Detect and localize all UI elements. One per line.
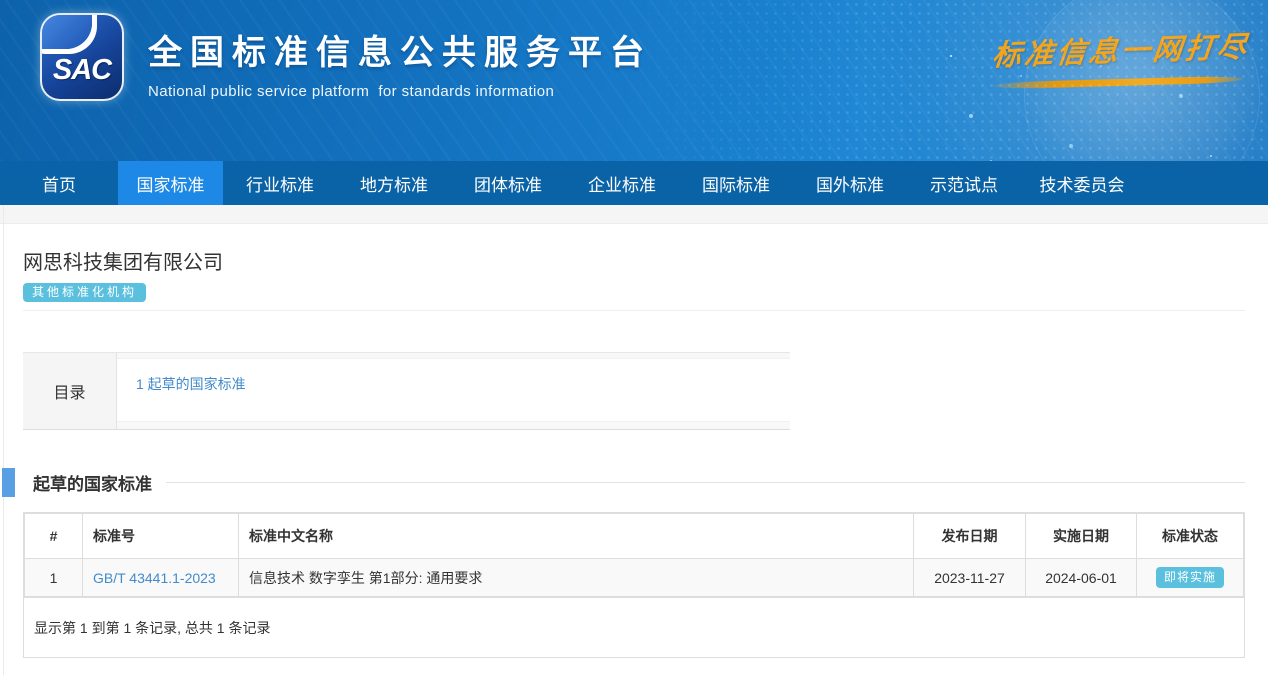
nav-item-national-standards[interactable]: 国家标准 [118, 161, 223, 205]
nav-item-group-standards[interactable]: 团体标准 [451, 161, 565, 205]
nav-item-industry-standards[interactable]: 行业标准 [223, 161, 337, 205]
sparkle-dots [950, 55, 952, 57]
slogan-brush-stroke [993, 76, 1243, 90]
site-title-block: 全国标准信息公共服务平台 National public service pla… [148, 25, 652, 100]
table-row: 1 GB/T 43441.1-2023 信息技术 数字孪生 第1部分: 通用要求… [25, 559, 1244, 597]
cell-index: 1 [25, 559, 83, 597]
status-badge: 即将实施 [1156, 567, 1224, 588]
section-title-rule [166, 482, 1245, 483]
table-header-row: # 标准号 标准中文名称 发布日期 实施日期 标准状态 [25, 514, 1244, 559]
col-header-chinese-name: 标准中文名称 [239, 514, 914, 559]
nav-item-international-standards[interactable]: 国际标准 [679, 161, 793, 205]
cell-status: 即将实施 [1137, 559, 1244, 597]
divider [23, 310, 1245, 311]
standards-table-container: # 标准号 标准中文名称 发布日期 实施日期 标准状态 1 GB/T 43441… [23, 512, 1245, 658]
slogan-calligraphy: 标准信息一网打尽 [993, 28, 1238, 86]
toc-body: 1 起草的国家标准 [117, 353, 790, 429]
toc-link-drafted-standards[interactable]: 1 起草的国家标准 [136, 376, 246, 392]
nav-item-enterprise-standards[interactable]: 企业标准 [565, 161, 679, 205]
records-summary: 显示第 1 到第 1 条记录, 总共 1 条记录 [24, 597, 1244, 657]
section-marker [2, 468, 15, 497]
nav-item-local-standards[interactable]: 地方标准 [337, 161, 451, 205]
col-header-standard-no: 标准号 [83, 514, 239, 559]
site-title: 全国标准信息公共服务平台 [148, 25, 652, 74]
slogan-text: 标准信息一网打尽 [990, 24, 1240, 75]
nav-item-home[interactable]: 首页 [0, 161, 118, 205]
cell-chinese-name: 信息技术 数字孪生 第1部分: 通用要求 [239, 559, 914, 597]
standard-number-link[interactable]: GB/T 43441.1-2023 [93, 570, 216, 586]
col-header-index: # [25, 514, 83, 559]
organization-name: 网思科技集团有限公司 [23, 246, 1245, 275]
toc-links: 1 起草的国家标准 [117, 359, 790, 421]
site-subtitle: National public service platform for sta… [148, 83, 652, 100]
col-header-publish-date: 发布日期 [914, 514, 1026, 559]
col-header-status: 标准状态 [1137, 514, 1244, 559]
cell-publish-date: 2023-11-27 [914, 559, 1026, 597]
sac-logo[interactable]: SAC [40, 13, 124, 101]
main-nav: 首页 国家标准 行业标准 地方标准 团体标准 企业标准 国际标准 国外标准 示范… [0, 161, 1268, 205]
section-title: 起草的国家标准 [23, 470, 152, 495]
logo-text: SAC [42, 54, 122, 87]
site-banner: SAC 全国标准信息公共服务平台 National public service… [0, 0, 1268, 161]
toc-label: 目录 [23, 353, 117, 429]
nav-item-technical-committee[interactable]: 技术委员会 [1021, 161, 1143, 205]
toc-strip-bottom [117, 421, 790, 429]
logo-swoosh [40, 13, 92, 49]
globe-graphic [1024, 0, 1260, 161]
col-header-implement-date: 实施日期 [1026, 514, 1137, 559]
organization-type-badge: 其他标准化机构 [23, 283, 146, 302]
cell-implement-date: 2024-06-01 [1026, 559, 1137, 597]
nav-item-pilot-demo[interactable]: 示范试点 [907, 161, 1021, 205]
cell-standard-no: GB/T 43441.1-2023 [83, 559, 239, 597]
sub-nav-strip [0, 205, 1268, 224]
page-content: 网思科技集团有限公司 其他标准化机构 目录 1 起草的国家标准 起草的国家标准 … [0, 246, 1268, 658]
nav-item-foreign-standards[interactable]: 国外标准 [793, 161, 907, 205]
standards-table: # 标准号 标准中文名称 发布日期 实施日期 标准状态 1 GB/T 43441… [24, 513, 1244, 597]
toc-panel: 目录 1 起草的国家标准 [23, 352, 790, 430]
section-header: 起草的国家标准 [23, 468, 1245, 497]
